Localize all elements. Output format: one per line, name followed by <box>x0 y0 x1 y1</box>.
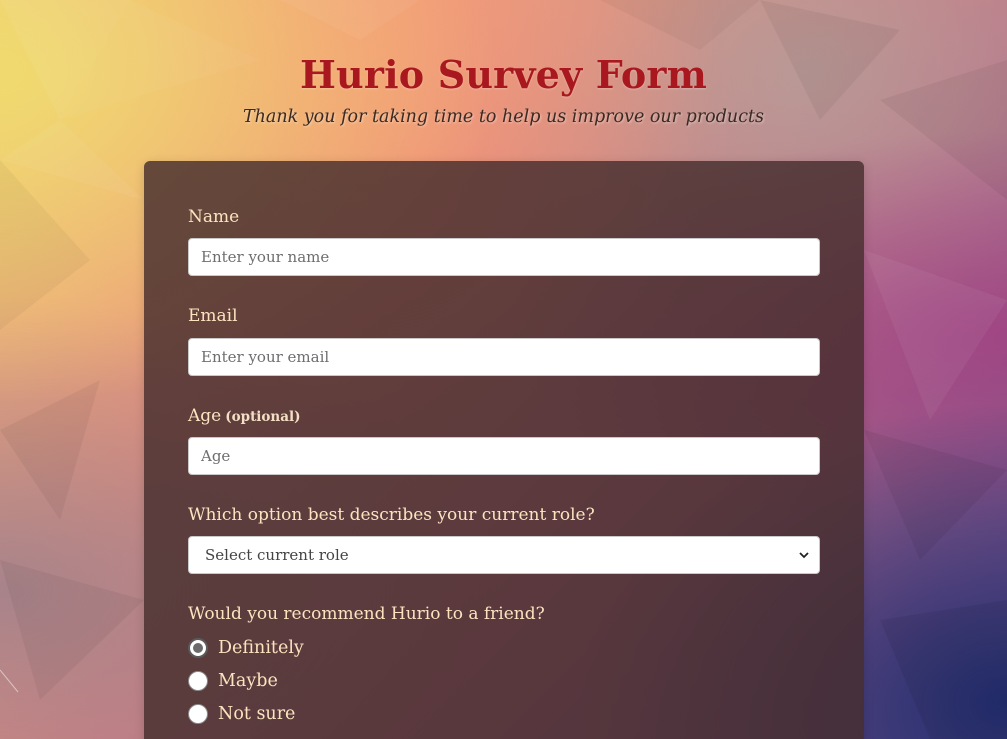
role-select-value: Select current role <box>205 546 349 564</box>
role-select[interactable]: Select current role <box>188 536 820 574</box>
radio-label-maybe: Maybe <box>218 671 278 691</box>
age-optional-note: (optional) <box>225 409 301 425</box>
recommend-label: Would you recommend Hurio to a friend? <box>188 604 545 624</box>
age-label: Age (optional) <box>188 406 301 426</box>
radio-button-definitely[interactable] <box>188 638 208 658</box>
role-label-text: Which option best describes your current… <box>188 505 595 525</box>
name-label-text: Name <box>188 207 240 227</box>
page-title: Hurio Survey Form <box>299 52 708 97</box>
email-label: Email <box>188 306 238 326</box>
recommend-option-not-sure[interactable]: Not sure <box>188 704 295 724</box>
age-label-text: Age <box>188 406 222 426</box>
name-label: Name <box>188 207 239 227</box>
recommend-option-definitely[interactable]: Definitely <box>188 638 304 658</box>
recommend-label-text: Would you recommend Hurio to a friend? <box>188 604 545 624</box>
radio-label-not-sure: Not sure <box>218 704 296 724</box>
name-input[interactable] <box>188 238 820 276</box>
role-label: Which option best describes your current… <box>188 505 595 525</box>
chevron-down-icon <box>799 552 809 559</box>
age-input[interactable] <box>188 437 820 475</box>
radio-button-not-sure[interactable] <box>188 704 208 724</box>
page-subtitle: Thank you for taking time to help us imp… <box>242 107 765 127</box>
email-input[interactable] <box>188 338 820 376</box>
survey-form: Name Email Age(optional) Which option be… <box>144 161 864 739</box>
radio-label-definitely: Definitely <box>218 638 304 658</box>
radio-button-maybe[interactable] <box>188 671 208 691</box>
recommend-option-maybe[interactable]: Maybe <box>188 671 278 691</box>
page-header: Hurio Survey Form Thank you for taking t… <box>0 52 1007 127</box>
email-label-text: Email <box>188 306 238 326</box>
